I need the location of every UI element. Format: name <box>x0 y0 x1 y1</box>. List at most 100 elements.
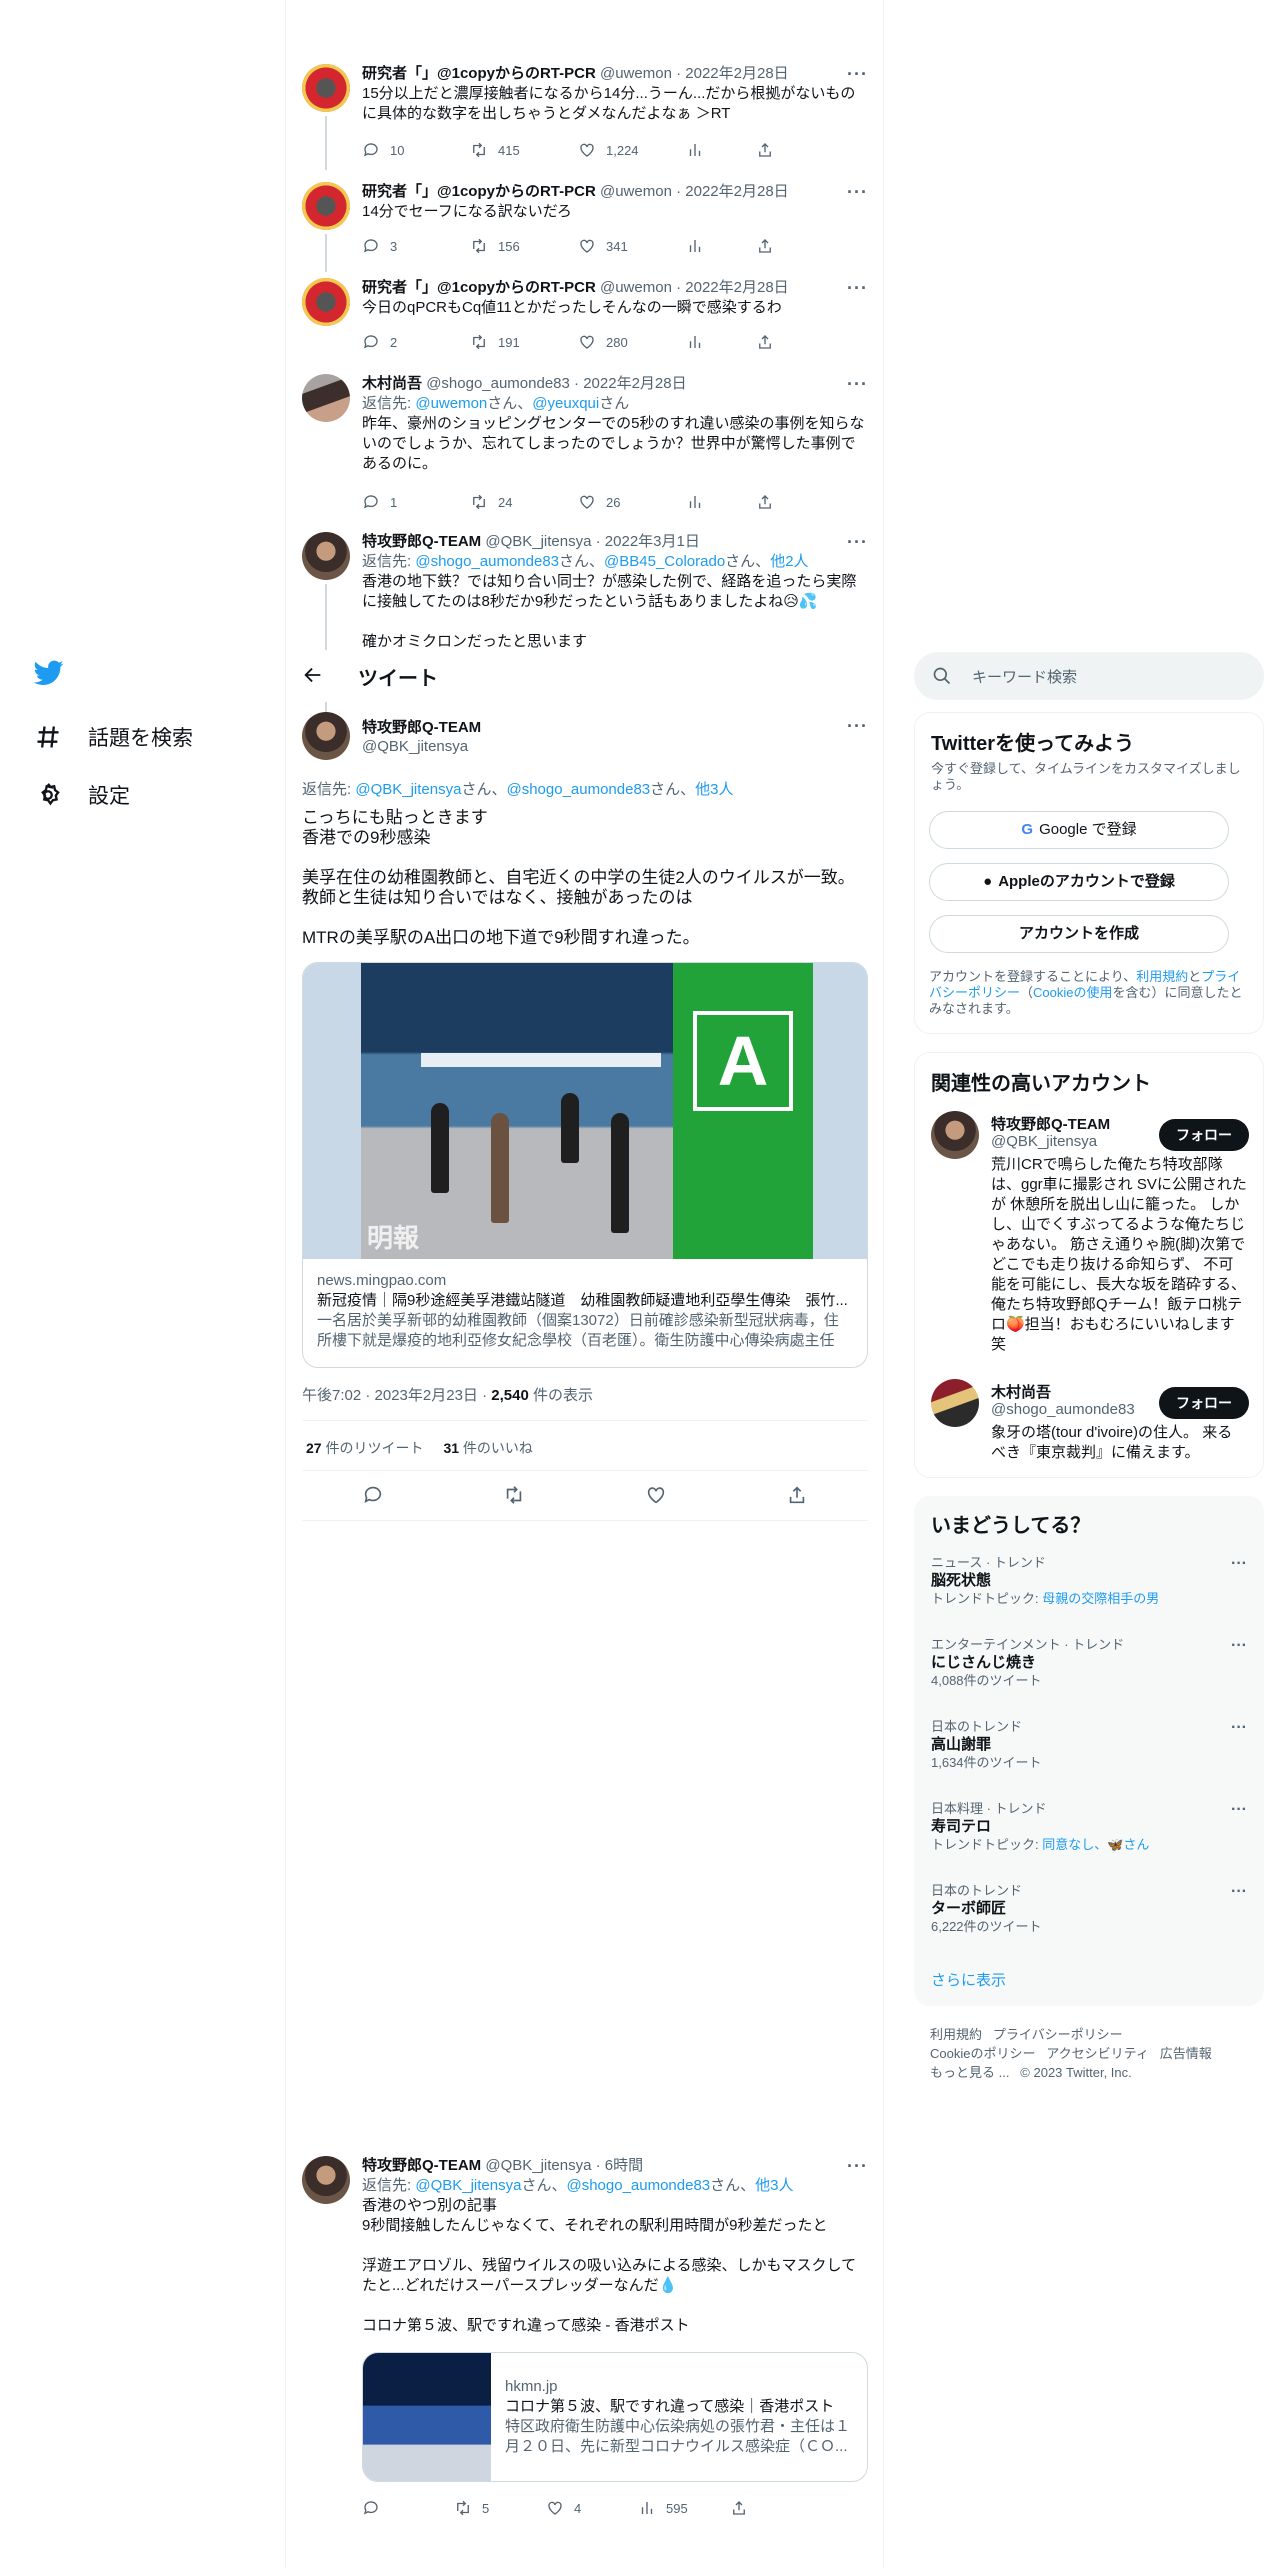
mention-others-link[interactable]: 他2人 <box>770 553 808 570</box>
author-handle[interactable]: @uwemon <box>600 183 672 200</box>
trend-item[interactable]: 日本料理 · トレンド 寿司テロ トレンドトピック: 同意なし、🦋さん ··· <box>931 1801 1247 1853</box>
avatar[interactable] <box>302 182 350 230</box>
more-icon[interactable]: ··· <box>847 716 868 737</box>
tweet-time[interactable]: 午後7:02 · 2023年2月23日 · <box>302 1387 491 1404</box>
back-arrow-icon[interactable] <box>302 664 324 686</box>
thread-tweet-1[interactable]: 研究者「」@1copyからのRT-PCR @uwemon · 2022年2月28… <box>302 64 868 170</box>
link-card[interactable]: hkmn.jp コロナ第５波、駅ですれ違って感染｜香港ポスト 特区政府衛生防護中… <box>362 2352 868 2482</box>
reply-button[interactable]: 2 <box>362 332 470 352</box>
author-handle[interactable]: @uwemon <box>600 279 672 296</box>
avatar[interactable] <box>302 374 350 422</box>
share-button[interactable] <box>756 140 796 160</box>
avatar[interactable] <box>302 278 350 326</box>
tweet-date[interactable]: 2022年3月1日 <box>605 533 700 550</box>
trend-topic-link[interactable]: 母親の交際相手の男 <box>1042 1591 1159 1606</box>
author-handle[interactable]: @QBK_jitensya <box>485 533 591 550</box>
retweet-button[interactable]: 191 <box>470 332 578 352</box>
views-button[interactable] <box>686 140 756 160</box>
share-button[interactable] <box>730 2498 770 2518</box>
more-icon[interactable]: ··· <box>1231 1637 1247 1655</box>
retweet-icon[interactable] <box>503 1484 525 1506</box>
trend-item[interactable]: 日本のトレンド 高山謝罪 1,634件のツイート ··· <box>931 1719 1247 1771</box>
share-icon[interactable] <box>786 1484 808 1506</box>
terms-link[interactable]: 利用規約 <box>1136 969 1188 984</box>
share-button[interactable] <box>756 236 796 256</box>
like-button[interactable]: 341 <box>578 236 686 256</box>
google-signup-button[interactable]: G Google で登録 <box>929 811 1229 849</box>
mention-link[interactable]: @QBK_jitensya <box>415 2177 521 2194</box>
more-icon[interactable]: ··· <box>1231 1801 1247 1819</box>
account-name[interactable]: 木村尚吾 <box>991 1381 1051 1402</box>
avatar[interactable] <box>931 1111 979 1159</box>
thread-tweet-3[interactable]: 研究者「」@1copyからのRT-PCR @uwemon · 2022年2月28… <box>302 278 868 356</box>
views-button[interactable]: 595 <box>638 2498 730 2518</box>
mention-link[interactable]: @yeuxqui <box>532 395 599 412</box>
author-handle[interactable]: @QBK_jitensya <box>485 2157 591 2174</box>
author-handle[interactable]: @QBK_jitensya <box>362 738 468 755</box>
thread-tweet-4[interactable]: 木村尚吾 @shogo_aumonde83 · 2022年2月28日 ··· 返… <box>302 374 868 524</box>
author-handle[interactable]: @shogo_aumonde83 <box>426 375 570 392</box>
mention-link[interactable]: @QBK_jitensya <box>355 781 461 798</box>
retweet-button[interactable]: 156 <box>470 236 578 256</box>
more-icon[interactable]: ··· <box>847 64 868 85</box>
reply-button[interactable]: 10 <box>362 140 470 160</box>
more-icon[interactable]: ··· <box>847 278 868 299</box>
footer-cookie-link[interactable]: Cookieのポリシー <box>930 2046 1035 2061</box>
share-button[interactable] <box>756 492 796 512</box>
nav-explore[interactable]: 話題を検索 <box>34 722 193 752</box>
footer-accessibility-link[interactable]: アクセシビリティ <box>1046 2046 1149 2061</box>
author-handle[interactable]: @uwemon <box>600 65 672 82</box>
author-name[interactable]: 特攻野郎Q-TEAM <box>362 533 481 550</box>
avatar[interactable] <box>302 532 350 580</box>
create-account-button[interactable]: アカウントを作成 <box>929 915 1229 953</box>
trend-item[interactable]: 日本のトレンド ターボ師匠 6,222件のツイート ··· <box>931 1883 1247 1935</box>
retweet-button[interactable]: 5 <box>454 2498 546 2518</box>
mention-link[interactable]: @BB45_Colorado <box>604 553 725 570</box>
mention-others-link[interactable]: 他3人 <box>695 781 733 798</box>
heart-icon[interactable] <box>645 1484 667 1506</box>
more-icon[interactable]: ··· <box>1231 1555 1247 1573</box>
author-name[interactable]: 木村尚吾 <box>362 375 422 392</box>
apple-signup-button[interactable]: ● Appleのアカウントで登録 <box>929 863 1229 901</box>
retweet-button[interactable]: 415 <box>470 140 578 160</box>
more-icon[interactable]: ··· <box>1231 1883 1247 1901</box>
tweet-date[interactable]: 2022年2月28日 <box>583 375 686 392</box>
trend-topic-link[interactable]: 同意なし、🦋さん <box>1042 1837 1149 1852</box>
tweet-date[interactable]: 2022年2月28日 <box>685 65 788 82</box>
footer-ads-link[interactable]: 広告情報 <box>1160 2046 1212 2061</box>
author-name[interactable]: 研究者「」@1copyからのRT-PCR <box>362 183 596 200</box>
views-button[interactable] <box>686 236 756 256</box>
related-account[interactable]: 木村尚吾 @shogo_aumonde83 フォロー 象牙の塔(tour d'i… <box>915 1379 1263 1461</box>
avatar[interactable] <box>302 64 350 112</box>
tweet-date[interactable]: 2022年2月28日 <box>685 183 788 200</box>
more-icon[interactable]: ··· <box>847 2156 868 2177</box>
reply-button[interactable]: 1 <box>362 492 470 512</box>
account-handle[interactable]: @QBK_jitensya <box>991 1133 1097 1150</box>
retweets-stat[interactable]: 27 件のリツイート <box>306 1438 423 1458</box>
mention-others-link[interactable]: 他3人 <box>755 2177 793 2194</box>
more-icon[interactable]: ··· <box>847 532 868 553</box>
account-handle[interactable]: @shogo_aumonde83 <box>991 1401 1135 1418</box>
related-account[interactable]: 特攻野郎Q-TEAM @QBK_jitensya フォロー 荒川CRで鳴らした俺… <box>915 1111 1263 1411</box>
reply-button[interactable] <box>362 2498 454 2518</box>
views-button[interactable] <box>686 492 756 512</box>
cookie-link[interactable]: Cookieの使用 <box>1033 985 1112 1000</box>
mention-link[interactable]: @uwemon <box>415 395 487 412</box>
tweet-date[interactable]: 6時間 <box>605 2157 643 2174</box>
author-name[interactable]: 特攻野郎Q-TEAM <box>362 2157 481 2174</box>
thread-tweet-2[interactable]: 研究者「」@1copyからのRT-PCR @uwemon · 2022年2月28… <box>302 182 868 272</box>
like-button[interactable]: 4 <box>546 2498 638 2518</box>
author-name[interactable]: 特攻野郎Q-TEAM <box>362 716 481 737</box>
thread-tweet-5[interactable]: 特攻野郎Q-TEAM @QBK_jitensya · 2022年3月1日 ···… <box>302 532 868 650</box>
like-button[interactable]: 1,224 <box>578 140 686 160</box>
likes-stat[interactable]: 31 件のいいね <box>443 1438 532 1458</box>
avatar[interactable] <box>931 1379 979 1427</box>
more-icon[interactable]: ··· <box>847 182 868 203</box>
footer-more-link[interactable]: もっと見る ... <box>930 2065 1009 2080</box>
mention-link[interactable]: @shogo_aumonde83 <box>415 553 559 570</box>
tweet-date[interactable]: 2022年2月28日 <box>685 279 788 296</box>
footer-privacy-link[interactable]: プライバシーポリシー <box>993 2027 1123 2042</box>
more-icon[interactable]: ··· <box>1231 1719 1247 1737</box>
avatar[interactable] <box>302 712 350 760</box>
like-button[interactable]: 26 <box>578 492 686 512</box>
